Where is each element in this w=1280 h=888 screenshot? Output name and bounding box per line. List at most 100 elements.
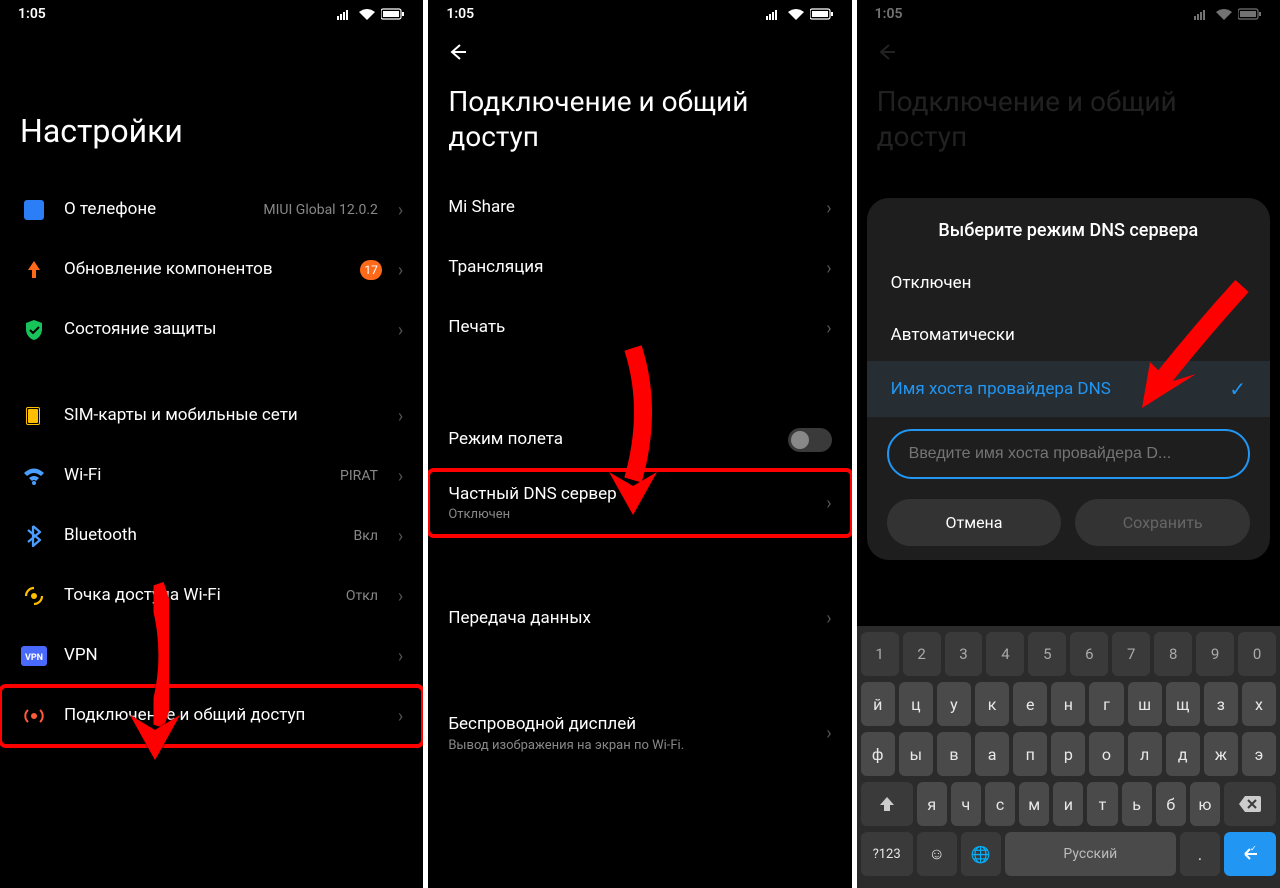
airplane-toggle[interactable]: [788, 428, 832, 452]
key[interactable]: л: [1128, 732, 1162, 776]
settings-security[interactable]: Состояние защиты ›: [0, 300, 423, 360]
vpn-icon: VPN: [20, 642, 48, 670]
key[interactable]: ф: [861, 732, 895, 776]
key[interactable]: п: [1013, 732, 1047, 776]
hotspot-icon: [20, 582, 48, 610]
emoji-key[interactable]: ☺: [917, 832, 957, 876]
wireless-display-row[interactable]: Беспроводной дисплей Вывод изображения н…: [428, 700, 851, 762]
settings-about[interactable]: О телефоне MIUI Global 12.0.2 ›: [0, 180, 423, 240]
key[interactable]: е: [1013, 682, 1047, 726]
settings-wifi[interactable]: Wi-Fi PIRAT ›: [0, 446, 423, 506]
space-key[interactable]: Русский: [1005, 832, 1176, 876]
key[interactable]: я: [917, 782, 947, 826]
screen-connection: 1:05 Подключение и общий доступ Mi Share…: [428, 0, 851, 888]
key[interactable]: в: [937, 732, 971, 776]
key[interactable]: 3: [945, 632, 983, 676]
back-button[interactable]: [446, 40, 470, 64]
key[interactable]: з: [1204, 682, 1238, 726]
key[interactable]: м: [1019, 782, 1049, 826]
settings-sim[interactable]: SIM-карты и мобильные сети ›: [0, 386, 423, 446]
svg-text:VPN: VPN: [25, 653, 43, 663]
dns-option-off[interactable]: Отключен: [867, 257, 1270, 309]
key[interactable]: й: [861, 682, 895, 726]
cancel-button[interactable]: Отмена: [887, 499, 1062, 546]
chevron-right-icon: ›: [398, 526, 403, 547]
settings-bluetooth[interactable]: Bluetooth Вкл ›: [0, 506, 423, 566]
key[interactable]: щ: [1166, 682, 1200, 726]
row-label: Частный DNS сервер: [448, 484, 826, 505]
key[interactable]: р: [1051, 732, 1085, 776]
key[interactable]: 2: [903, 632, 941, 676]
key[interactable]: д: [1166, 732, 1200, 776]
row-label: Режим полета: [448, 429, 771, 450]
key[interactable]: а: [975, 732, 1009, 776]
status-icons: [337, 8, 405, 20]
save-button[interactable]: Сохранить: [1075, 499, 1250, 546]
key[interactable]: ь: [1122, 782, 1152, 826]
key[interactable]: 1: [861, 632, 899, 676]
status-time: 1:05: [18, 6, 46, 22]
enter-key[interactable]: ✓: [1224, 832, 1276, 876]
symbols-key[interactable]: ?123: [861, 832, 913, 876]
opt-label: Отключен: [891, 273, 972, 293]
key[interactable]: ж: [1204, 732, 1238, 776]
mishare-row[interactable]: Mi Share ›: [428, 178, 851, 238]
airplane-row[interactable]: Режим полета: [428, 410, 851, 470]
key[interactable]: 8: [1154, 632, 1192, 676]
cast-row[interactable]: Трансляция ›: [428, 238, 851, 298]
settings-vpn[interactable]: VPN VPN ›: [0, 626, 423, 686]
language-key[interactable]: 🌐: [961, 832, 1001, 876]
key[interactable]: 0: [1238, 632, 1276, 676]
data-usage-row[interactable]: Передача данных ›: [428, 588, 851, 648]
private-dns-row[interactable]: Частный DNS сервер Отключен ›: [428, 470, 851, 536]
key[interactable]: ч: [951, 782, 981, 826]
kbd-row-1: й ц у к е н г ш щ з х: [861, 682, 1276, 726]
page-title: Настройки: [0, 28, 423, 180]
row-label: Точка доступа Wi-Fi: [64, 585, 330, 606]
key[interactable]: э: [1242, 732, 1276, 776]
print-row[interactable]: Печать ›: [428, 298, 851, 358]
key[interactable]: 4: [986, 632, 1024, 676]
chevron-right-icon: ›: [826, 608, 831, 629]
opt-label: Имя хоста провайдера DNS: [891, 379, 1111, 399]
screen-settings: 1:05 Настройки О телефоне MIUI Global 12…: [0, 0, 423, 888]
key[interactable]: 9: [1196, 632, 1234, 676]
key[interactable]: б: [1156, 782, 1186, 826]
sheet-title: Выберите режим DNS сервера: [867, 220, 1270, 241]
key[interactable]: т: [1087, 782, 1117, 826]
key[interactable]: ш: [1128, 682, 1162, 726]
key[interactable]: и: [1053, 782, 1083, 826]
key[interactable]: 6: [1070, 632, 1108, 676]
dns-option-hostname[interactable]: Имя хоста провайдера DNS ✓: [867, 361, 1270, 417]
row-side: Вкл: [354, 528, 378, 544]
chevron-right-icon: ›: [398, 706, 403, 727]
status-bar: 1:05: [0, 0, 423, 28]
key[interactable]: ы: [899, 732, 933, 776]
period-key[interactable]: .: [1180, 832, 1220, 876]
key[interactable]: у: [937, 682, 971, 726]
row-label: Bluetooth: [64, 525, 338, 546]
key[interactable]: 5: [1028, 632, 1066, 676]
dns-hostname-input[interactable]: [887, 429, 1250, 479]
key[interactable]: ю: [1190, 782, 1220, 826]
row-side: MIUI Global 12.0.2: [263, 202, 378, 218]
key[interactable]: н: [1051, 682, 1085, 726]
key[interactable]: х: [1242, 682, 1276, 726]
shift-key[interactable]: [861, 782, 913, 826]
key[interactable]: к: [975, 682, 1009, 726]
key[interactable]: 7: [1112, 632, 1150, 676]
settings-hotspot[interactable]: Точка доступа Wi-Fi Откл ›: [0, 566, 423, 626]
settings-updates[interactable]: Обновление компонентов 17 ›: [0, 240, 423, 300]
key[interactable]: с: [985, 782, 1015, 826]
key[interactable]: г: [1089, 682, 1123, 726]
key[interactable]: ц: [899, 682, 933, 726]
backspace-key[interactable]: [1224, 782, 1276, 826]
row-label: Mi Share: [448, 197, 810, 218]
chevron-right-icon: ›: [398, 466, 403, 487]
check-icon: ✓: [1229, 377, 1246, 401]
settings-connection-sharing[interactable]: Подключение и общий доступ ›: [0, 686, 423, 746]
dns-option-auto[interactable]: Автоматически: [867, 309, 1270, 361]
key[interactable]: о: [1089, 732, 1123, 776]
chevron-right-icon: ›: [398, 260, 403, 281]
row-side: Откл: [346, 588, 378, 604]
